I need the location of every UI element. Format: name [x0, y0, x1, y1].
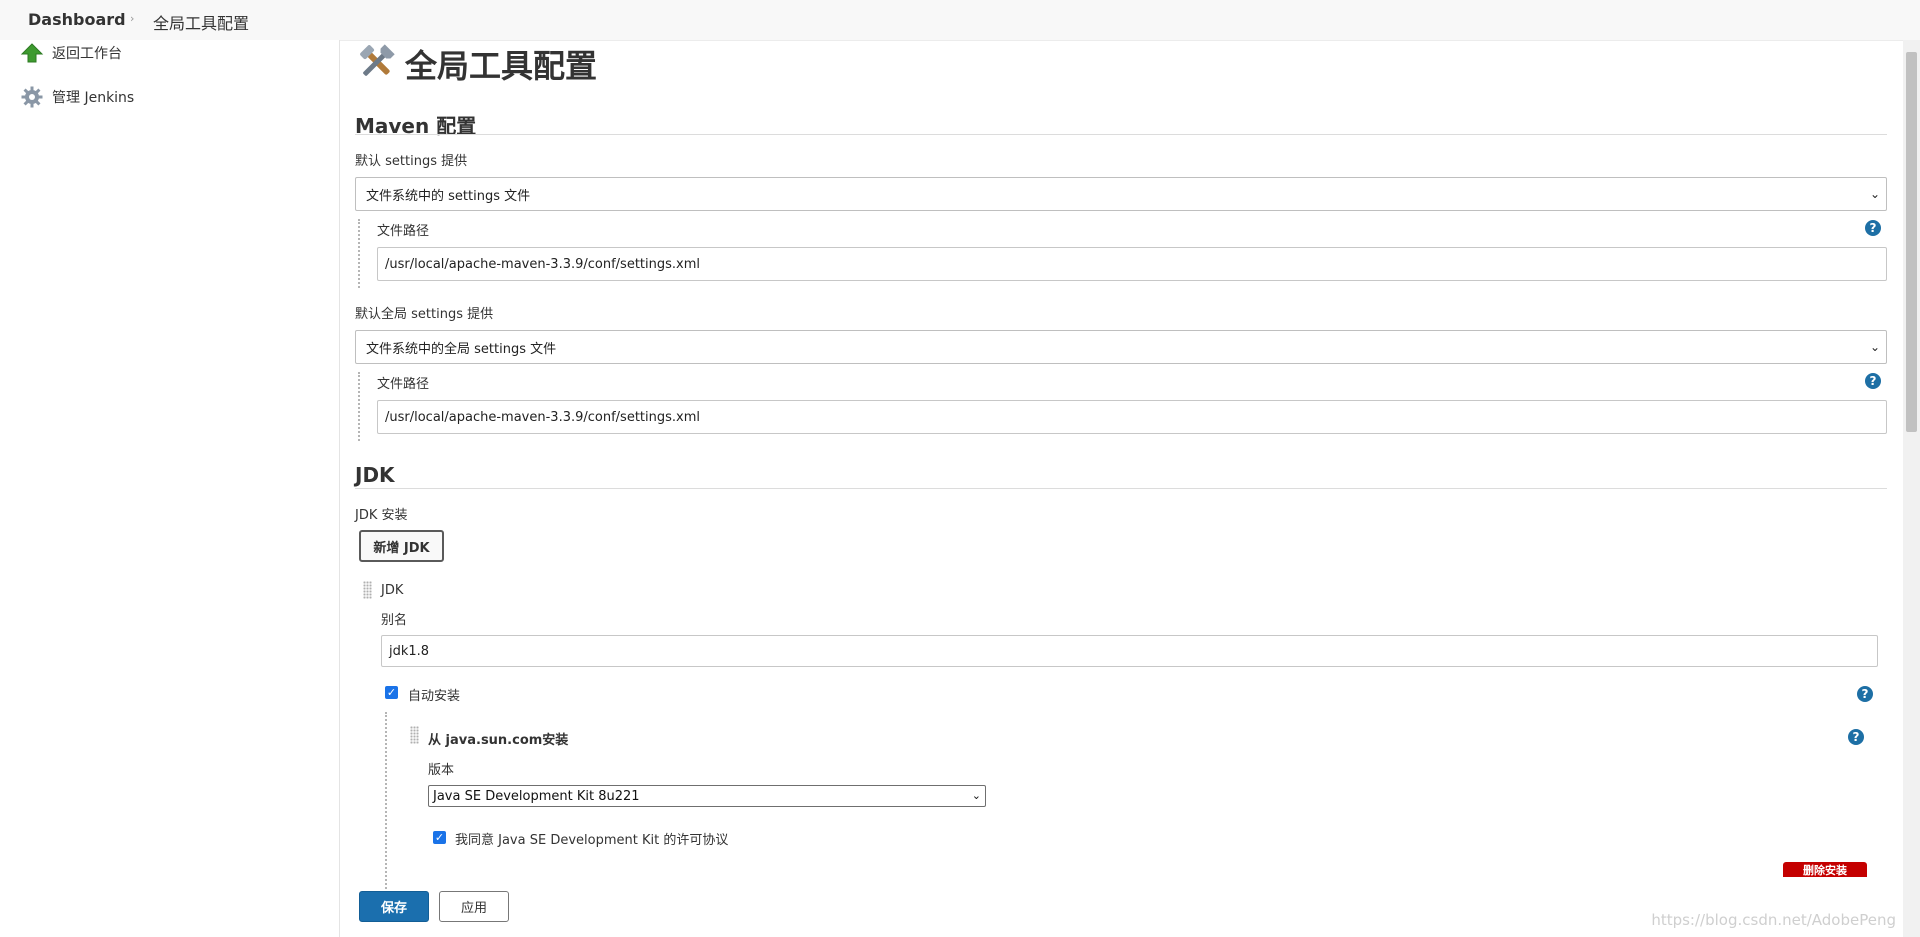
jdk-version-select[interactable]: Java SE Development Kit 8u221 ⌄ [428, 785, 986, 807]
license-agree-label: 我同意 Java SE Development Kit 的许可协议 [455, 833, 729, 848]
help-icon[interactable]: ? [1865, 220, 1881, 236]
global-settings-nested-rule [358, 372, 360, 441]
help-icon[interactable]: ? [1865, 373, 1881, 389]
default-settings-select[interactable]: 文件系统中的 settings 文件 ⌄ [355, 177, 1887, 211]
auto-install-label: 自动安装 [408, 689, 461, 704]
breadcrumb: Dashboard › 全局工具配置 [0, 0, 1920, 41]
add-jdk-button[interactable]: 新增 JDK [359, 530, 444, 562]
save-button[interactable]: 保存 [359, 891, 429, 922]
help-icon[interactable]: ? [1848, 729, 1864, 745]
sidebar-item-label: 返回工作台 [52, 46, 122, 62]
page-title: 全局工具配置 [355, 40, 597, 88]
settings-path-input[interactable]: /usr/local/apache-maven-3.3.9/conf/setti… [377, 247, 1887, 281]
chevron-down-icon: ⌄ [971, 789, 981, 802]
tools-icon [355, 40, 399, 88]
breadcrumb-dashboard[interactable]: Dashboard [28, 10, 126, 29]
global-settings-path-input[interactable]: /usr/local/apache-maven-3.3.9/conf/setti… [377, 400, 1887, 434]
auto-install-nested-rule [385, 712, 387, 917]
divider [355, 134, 1887, 135]
sidebar: 返回工作台 管理 Jenkins [0, 40, 340, 937]
settings-nested-rule [358, 219, 360, 288]
drag-handle-icon[interactable] [410, 726, 419, 744]
default-global-settings-select[interactable]: 文件系统中的全局 settings 文件 ⌄ [355, 330, 1887, 364]
apply-button[interactable]: 应用 [439, 891, 509, 922]
jdk-item-title: JDK [381, 583, 404, 598]
gear-icon [20, 85, 44, 109]
sidebar-item-back-to-dashboard[interactable]: 返回工作台 [20, 40, 122, 66]
jdk-version-select-value: Java SE Development Kit 8u221 [433, 788, 640, 804]
default-settings-label: 默认 settings 提供 [355, 154, 468, 169]
sidebar-item-label: 管理 Jenkins [52, 90, 135, 106]
license-agree-checkbox[interactable]: ✓ [433, 831, 446, 844]
up-arrow-icon [20, 41, 44, 65]
help-icon[interactable]: ? [1857, 686, 1873, 702]
jdk-alias-label: 别名 [381, 613, 408, 628]
main-content: 全局工具配置 Maven 配置 默认 settings 提供 文件系统中的 se… [355, 40, 1887, 937]
page-title-text: 全局工具配置 [405, 47, 598, 85]
jdk-alias-input[interactable]: jdk1.8 [381, 635, 1878, 667]
settings-path-label: 文件路径 [377, 224, 430, 239]
default-global-settings-select-value: 文件系统中的全局 settings 文件 [366, 341, 557, 357]
drag-handle-icon[interactable] [363, 581, 372, 599]
version-label: 版本 [428, 763, 455, 778]
delete-installer-button[interactable]: 删除安装 [1783, 862, 1867, 877]
jdk-section-title: JDK [355, 463, 395, 487]
global-settings-path-label: 文件路径 [377, 377, 430, 392]
divider [355, 488, 1887, 489]
chevron-down-icon: ⌄ [1869, 187, 1880, 201]
sidebar-item-manage-jenkins[interactable]: 管理 Jenkins [20, 84, 134, 110]
watermark-text: https://blog.csdn.net/AdobePeng [1651, 911, 1896, 929]
breadcrumb-current: 全局工具配置 [153, 14, 250, 33]
chevron-down-icon: ⌄ [1869, 340, 1880, 354]
jdk-install-label: JDK 安装 [355, 508, 408, 523]
installer-title: 从 java.sun.com安装 [428, 733, 569, 748]
breadcrumb-separator-icon: › [130, 12, 135, 25]
default-global-settings-label: 默认全局 settings 提供 [355, 307, 494, 322]
vertical-scrollbar[interactable] [1903, 40, 1920, 937]
default-settings-select-value: 文件系统中的 settings 文件 [366, 188, 531, 204]
auto-install-checkbox[interactable]: ✓ [385, 686, 398, 699]
scrollbar-thumb[interactable] [1906, 52, 1917, 432]
